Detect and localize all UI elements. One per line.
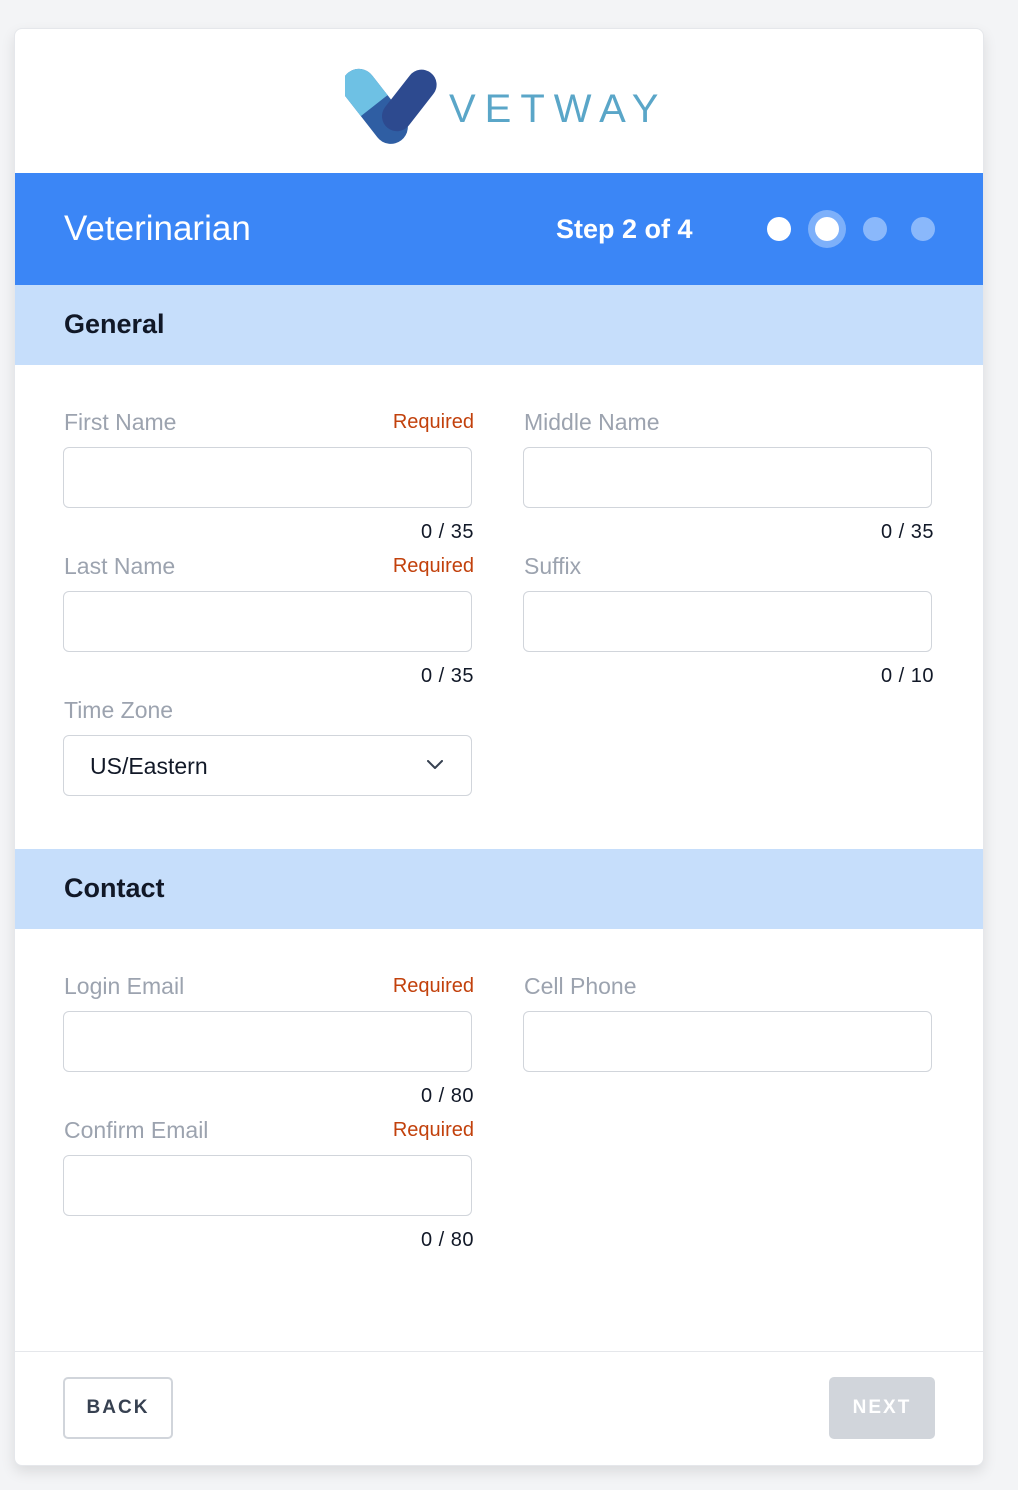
registration-card: VETWAY Veterinarian Step 2 of 4 General … bbox=[14, 28, 984, 1466]
brand-name: VETWAY bbox=[449, 87, 668, 131]
confirm-email-required: Required bbox=[392, 1119, 474, 1141]
step-dot-2-current bbox=[808, 210, 846, 248]
last-name-input[interactable] bbox=[63, 591, 472, 652]
confirm-email-counter: 0 / 80 bbox=[420, 1229, 474, 1251]
back-button[interactable]: BACK bbox=[63, 1377, 173, 1439]
time-zone-select[interactable]: US/Eastern bbox=[63, 735, 472, 796]
last-name-counter: 0 / 35 bbox=[420, 665, 474, 687]
first-name-label: First Name bbox=[64, 409, 177, 435]
middle-name-input[interactable] bbox=[523, 447, 932, 508]
login-email-counter: 0 / 80 bbox=[420, 1085, 474, 1107]
logo-area: VETWAY bbox=[15, 29, 983, 173]
cell-phone-label: Cell Phone bbox=[524, 973, 637, 999]
time-zone-label: Time Zone bbox=[64, 697, 174, 723]
section-contact-title: Contact bbox=[64, 873, 165, 903]
login-email-input[interactable] bbox=[63, 1011, 472, 1072]
page-title: Veterinarian bbox=[64, 209, 251, 248]
next-button[interactable]: NEXT bbox=[829, 1377, 935, 1439]
step-dot-4 bbox=[911, 217, 935, 241]
step-dot-1 bbox=[767, 217, 791, 241]
first-name-required: Required bbox=[392, 411, 474, 433]
step-dot-3 bbox=[863, 217, 887, 241]
suffix-input[interactable] bbox=[523, 591, 932, 652]
section-contact-header: Contact bbox=[15, 849, 983, 929]
last-name-label: Last Name bbox=[64, 553, 176, 579]
middle-name-label: Middle Name bbox=[524, 409, 660, 435]
footer-divider bbox=[15, 1351, 983, 1352]
vetway-pill-logo-icon bbox=[345, 68, 437, 144]
last-name-required: Required bbox=[392, 555, 474, 577]
confirm-email-label: Confirm Email bbox=[64, 1117, 209, 1143]
login-email-required: Required bbox=[392, 975, 474, 997]
chevron-down-icon bbox=[427, 760, 443, 769]
suffix-label: Suffix bbox=[524, 553, 582, 579]
login-email-label: Login Email bbox=[64, 973, 185, 999]
cell-phone-input[interactable] bbox=[523, 1011, 932, 1072]
middle-name-counter: 0 / 35 bbox=[880, 521, 934, 543]
section-general-title: General bbox=[64, 309, 165, 339]
confirm-email-input[interactable] bbox=[63, 1155, 472, 1216]
first-name-input[interactable] bbox=[63, 447, 472, 508]
step-indicator-text: Step 2 of 4 bbox=[556, 214, 693, 244]
first-name-counter: 0 / 35 bbox=[420, 521, 474, 543]
suffix-counter: 0 / 10 bbox=[880, 665, 934, 687]
time-zone-selected-value: US/Eastern bbox=[90, 753, 208, 779]
section-general-header: General bbox=[15, 285, 983, 365]
step-header: Veterinarian Step 2 of 4 bbox=[15, 173, 983, 285]
